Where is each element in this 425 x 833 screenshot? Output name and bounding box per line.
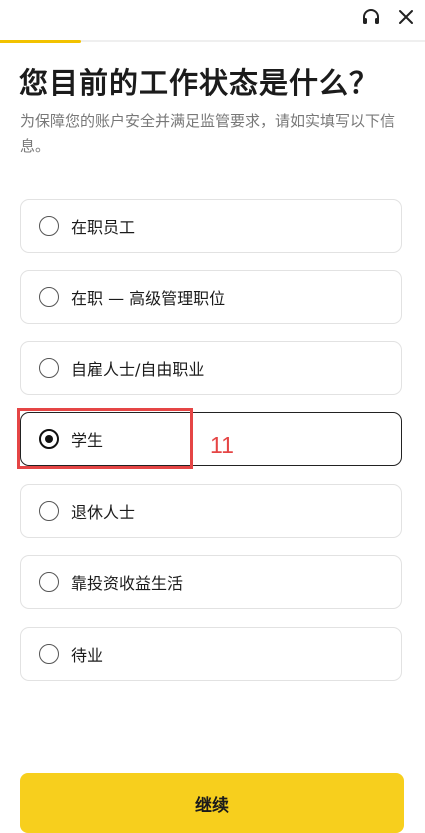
progress-bar — [0, 40, 425, 43]
page-subtitle: 为保障您的账户安全并满足监管要求，请如实填写以下信息。 — [20, 112, 396, 155]
option-employed[interactable]: 在职员工 — [20, 199, 402, 253]
radio-button[interactable] — [39, 287, 59, 307]
option-self-employed[interactable]: 自雇人士/自由职业 — [20, 341, 402, 395]
continue-button[interactable]: 继续 — [20, 773, 404, 833]
headset-icon[interactable] — [358, 4, 384, 30]
top-bar — [0, 0, 425, 40]
option-label: 靠投资收益生活 — [71, 574, 184, 593]
option-label: 自雇人士/自由职业 — [71, 360, 205, 379]
continue-button-label: 继续 — [195, 796, 229, 816]
option-retired[interactable]: 退休人士 — [20, 484, 402, 538]
option-label: 在职 — 高级管理职位 — [71, 289, 226, 308]
radio-button[interactable] — [39, 501, 59, 521]
radio-button[interactable] — [39, 644, 59, 664]
option-label: 在职员工 — [71, 218, 136, 237]
radio-button[interactable] — [39, 572, 59, 592]
option-senior-management[interactable]: 在职 — 高级管理职位 — [20, 270, 402, 324]
radio-button-selected[interactable] — [39, 429, 59, 449]
radio-button[interactable] — [39, 358, 59, 378]
page-title: 您目前的工作状态是什么？ — [19, 66, 380, 100]
close-icon[interactable] — [393, 4, 419, 30]
option-label: 退休人士 — [71, 503, 136, 522]
annotation-number: 11 — [210, 432, 234, 458]
progress-bar-fill — [0, 40, 81, 43]
radio-button[interactable] — [39, 216, 59, 236]
option-label: 待业 — [71, 646, 104, 665]
option-investment-income[interactable]: 靠投资收益生活 — [20, 555, 402, 609]
option-unemployed[interactable]: 待业 — [20, 627, 402, 681]
option-label: 学生 — [71, 431, 104, 450]
